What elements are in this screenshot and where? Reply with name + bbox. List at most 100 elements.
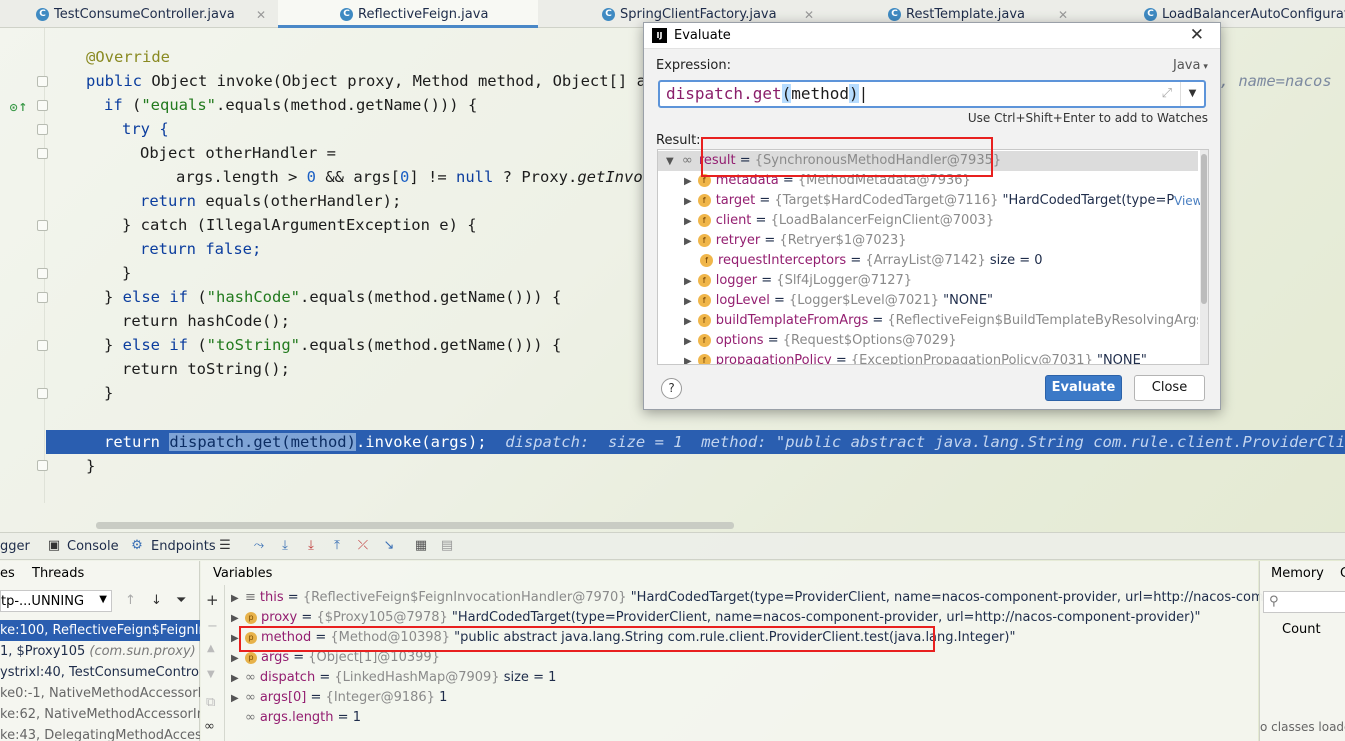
variable-row[interactable]: ▶ ∞ args[0] = {Integer@9186} 1 <box>231 688 447 708</box>
collapse-arrow-icon[interactable]: ▼ <box>666 156 674 167</box>
tab-console[interactable]: Console <box>67 539 119 554</box>
expand-arrow-icon[interactable]: ▶ <box>231 689 245 709</box>
expand-arrow-icon[interactable]: ▶ <box>684 236 692 247</box>
frames-tab[interactable]: es <box>0 566 15 581</box>
result-field-row[interactable]: ▶ f logger = {Slf4jLogger@7127} <box>658 271 1198 291</box>
add-watch-icon[interactable]: + <box>206 591 219 609</box>
variable-type: {LinkedHashMap@7909} <box>334 670 500 685</box>
expand-arrow-icon[interactable]: ▶ <box>231 669 245 689</box>
number-literal: 0 <box>400 168 410 186</box>
variable-row[interactable]: ▶ ≡ this = {ReflectiveFeign$FeignInvocatio… <box>231 588 1345 608</box>
expand-arrow-icon[interactable]: ▶ <box>684 196 692 207</box>
frame-item[interactable]: ke0:-1, NativeMethodAccessorImpl <box>0 683 200 704</box>
evaluate-expression-icon[interactable]: ▦ <box>414 539 428 553</box>
menu-icon[interactable]: ☰ <box>218 539 232 553</box>
close-icon[interactable]: ✕ <box>256 0 266 30</box>
result-field-row[interactable]: ▶ f target = {Target$HardCodedTarget@7116}… <box>658 191 1198 211</box>
watches-icon[interactable]: ∞ <box>204 719 215 734</box>
help-icon[interactable]: ? <box>661 378 682 399</box>
evaluate-button[interactable]: Evaluate <box>1045 375 1122 401</box>
filter-icon[interactable]: ⏷ <box>176 593 186 608</box>
trace-icon[interactable]: ▤ <box>440 539 454 553</box>
minus-icon[interactable]: − <box>207 619 218 634</box>
expand-arrow-icon[interactable]: ▶ <box>684 336 692 347</box>
implements-method-icon[interactable]: ⊙↑ <box>9 101 27 114</box>
expand-arrow-icon[interactable]: ▶ <box>684 176 692 187</box>
tab-memory[interactable]: Memory <box>1271 566 1324 581</box>
expand-arrow-icon[interactable]: ▶ <box>684 216 692 227</box>
language-selector[interactable]: Java ▾ <box>1173 58 1208 73</box>
frame-item[interactable]: ke:100, ReflectiveFeign$FeignInvoca <box>0 620 200 641</box>
tab-test-consume-controller[interactable]: C TestConsumeController.java ✕ <box>36 0 276 28</box>
expand-arrow-icon[interactable]: ▶ <box>231 649 245 669</box>
result-scrollbar[interactable] <box>1200 150 1208 364</box>
step-into-icon[interactable]: ⤓ <box>304 539 318 553</box>
code-line: Object otherHandler = <box>140 144 336 162</box>
code-line: return hashCode(); <box>122 312 290 330</box>
selected-expression[interactable]: dispatch.get(method) <box>169 433 356 451</box>
tab-reflective-feign[interactable]: C ReflectiveFeign.java <box>278 0 538 28</box>
close-button[interactable]: Close <box>1134 375 1205 401</box>
show-execution-point-icon[interactable]: ⤳ <box>252 539 266 553</box>
expand-arrow-icon[interactable]: ▶ <box>231 589 245 609</box>
expand-arrow-icon[interactable]: ▶ <box>684 356 692 364</box>
expand-arrow-icon[interactable]: ▶ <box>684 276 692 287</box>
variable-value: "HardCodedTarget(type=ProviderClient, na… <box>447 610 1201 625</box>
java-class-icon: C <box>602 8 615 21</box>
variable-value: 1 <box>434 690 448 705</box>
result-field-row[interactable]: ▶ f retryer = {Retryer$1@7023} <box>658 231 1198 251</box>
tab-debugger[interactable]: gger <box>0 539 30 554</box>
memory-search-input[interactable]: ⚲ <box>1263 591 1345 613</box>
history-dropdown-icon[interactable]: ▼ <box>1180 82 1204 106</box>
drop-frame-icon[interactable]: ⤫ <box>356 539 370 553</box>
search-icon: ⚲ <box>1269 594 1279 609</box>
field-name: logger <box>715 273 758 288</box>
current-execution-line[interactable]: return dispatch.get(method).invoke(args)… <box>46 430 1345 454</box>
expression-label: Expression: <box>656 58 731 73</box>
thread-selector[interactable]: tp-...UNNING ▼ <box>0 590 112 612</box>
move-up-icon[interactable]: ▲ <box>207 643 215 654</box>
code-line: public Object invoke(Object proxy, Metho… <box>86 69 693 93</box>
result-tree[interactable]: ▼ ∞ result = {SynchronousMethodHandler@7… <box>657 149 1209 365</box>
count-column-header[interactable]: Count <box>1282 622 1321 637</box>
field-icon: f <box>697 334 711 347</box>
arrow-down-icon[interactable]: ↓ <box>151 593 162 608</box>
run-to-cursor-icon[interactable]: ↘ <box>382 539 396 553</box>
variable-name: dispatch <box>259 670 316 685</box>
move-down-icon[interactable]: ▼ <box>207 669 215 680</box>
tab-other[interactable]: C <box>1340 566 1345 581</box>
frame-item[interactable]: 1, $Proxy105 (com.sun.proxy) <box>0 641 200 662</box>
expression-input[interactable]: dispatch.get(method)| ⤢ ▼ <box>658 80 1206 108</box>
frame-item[interactable]: ke:43, DelegatingMethodAccessorI <box>0 725 200 741</box>
close-icon[interactable]: ✕ <box>1190 25 1204 45</box>
result-field-row[interactable]: ▶ f options = {Request$Options@7029} <box>658 331 1198 351</box>
step-over-icon[interactable]: ⤓ <box>278 539 292 553</box>
expand-arrow-icon[interactable]: ▶ <box>684 296 692 307</box>
expand-arrow-icon[interactable]: ▶ <box>684 316 692 327</box>
string-literal: "hashCode" <box>206 288 300 306</box>
dialog-title: Evaluate <box>674 28 731 43</box>
frame-item[interactable]: ystrixl:40, TestConsumeController <box>0 662 200 683</box>
field-value: "HardCodedTarget(type=Provide... <box>1002 193 1198 208</box>
number-literal: 0 <box>306 168 316 186</box>
copy-icon[interactable]: ⧉ <box>206 695 215 710</box>
variable-row[interactable]: ▶ p proxy = {$Proxy105@7978} "HardCodedTar… <box>231 608 1201 628</box>
result-field-row[interactable]: f requestInterceptors = {ArrayList@7142} … <box>658 251 1198 271</box>
result-field-row[interactable]: ▶ f client = {LoadBalancerFeignClient@7003… <box>658 211 1198 231</box>
variable-row[interactable]: ▶ ∞ dispatch = {LinkedHashMap@7909} size =… <box>231 668 556 688</box>
step-out-icon[interactable]: ⤒ <box>330 539 344 553</box>
variable-row[interactable]: ∞ args.length = 1 <box>231 708 361 728</box>
code-text: .invoke(args); <box>355 433 487 451</box>
tab-endpoints[interactable]: Endpoints <box>151 539 216 554</box>
result-field-row[interactable]: ▶ f buildTemplateFromArgs = {ReflectiveFei… <box>658 311 1198 331</box>
view-link[interactable]: View <box>1174 191 1203 211</box>
code-line: return equals(otherHandler); <box>140 189 401 213</box>
horizontal-scrollbar[interactable] <box>96 522 734 529</box>
expand-icon[interactable]: ⤢ <box>1162 86 1172 101</box>
threads-tab[interactable]: Threads <box>32 566 84 581</box>
result-field-row[interactable]: ▶ f propagationPolicy = {ExceptionPropagat… <box>658 351 1198 364</box>
variable-name: this <box>259 590 284 605</box>
arrow-up-icon[interactable]: ↑ <box>125 593 136 608</box>
frame-item[interactable]: ke:62, NativeMethodAccessorImpl <box>0 704 200 725</box>
result-field-row[interactable]: ▶ f logLevel = {Logger$Level@7021} "NONE" <box>658 291 1198 311</box>
